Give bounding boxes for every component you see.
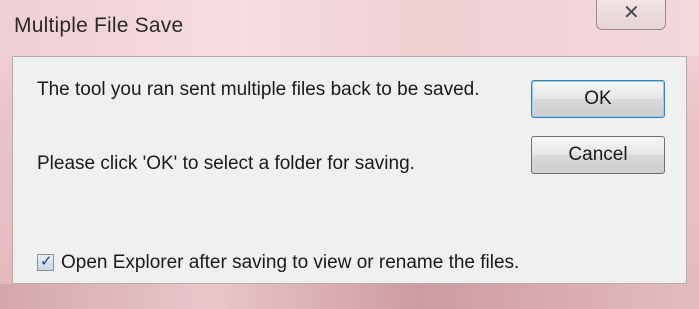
ok-button[interactable]: OK xyxy=(531,80,665,118)
dialog-content: The tool you ran sent multiple files bac… xyxy=(12,56,687,284)
window-title: Multiple File Save xyxy=(14,14,184,37)
open-explorer-checkbox[interactable]: ✓ xyxy=(37,253,54,271)
window-frame-bottom xyxy=(0,284,699,309)
open-explorer-label[interactable]: Open Explorer after saving to view or re… xyxy=(61,253,519,273)
cancel-button[interactable]: Cancel xyxy=(531,136,665,174)
instruction-text: Please click 'OK' to select a folder for… xyxy=(37,153,415,174)
checkmark-icon: ✓ xyxy=(40,253,53,270)
close-icon: ✕ xyxy=(623,2,640,24)
title-bar[interactable]: Multiple File Save ✕ xyxy=(0,0,699,56)
dialog-window: Multiple File Save ✕ The tool you ran se… xyxy=(0,0,699,309)
close-button[interactable]: ✕ xyxy=(596,0,666,30)
message-text: The tool you ran sent multiple files bac… xyxy=(37,79,480,100)
